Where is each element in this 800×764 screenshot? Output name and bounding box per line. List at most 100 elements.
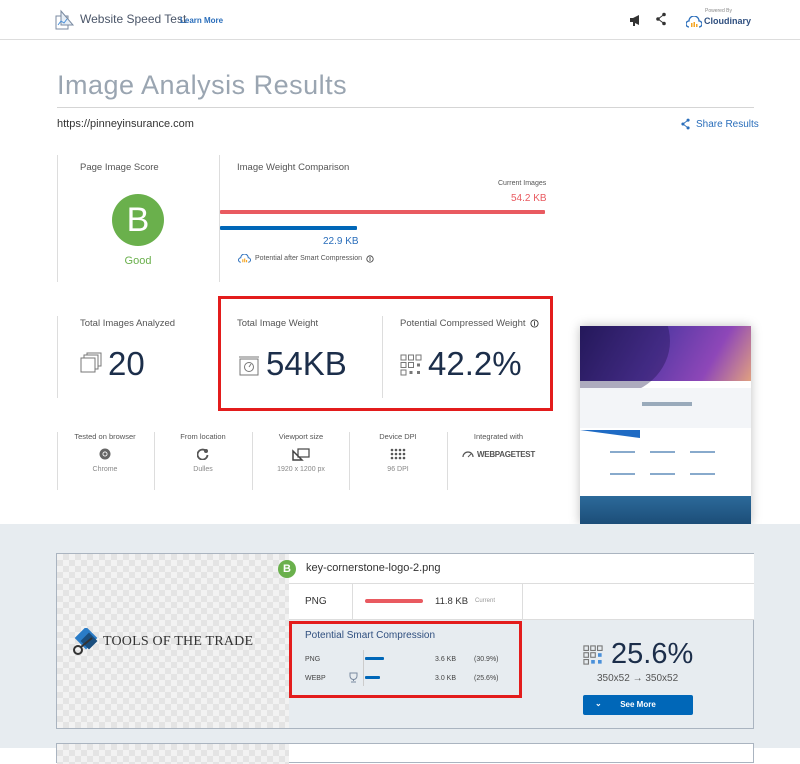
divider — [252, 432, 253, 490]
current-size-bar — [365, 599, 423, 603]
image-preview: TOOLS OF THE TRADE — [57, 554, 289, 728]
option-webp-percent: (25.6%) — [474, 675, 499, 682]
page-title: Image Analysis Results — [57, 70, 348, 100]
compressed-weight-value: 42.2% — [428, 345, 522, 382]
trophy-icon — [349, 672, 358, 683]
info-browser-value: Chrome — [92, 466, 118, 473]
divider — [349, 432, 350, 490]
images-stack-icon — [80, 352, 102, 373]
cloudinary-brand[interactable]: Cloudinary — [704, 16, 751, 26]
site-url: https://pinneyinsurance.com — [57, 118, 194, 130]
key-logo-icon — [73, 628, 98, 655]
title-divider — [57, 107, 754, 108]
total-images-value: 20 — [108, 345, 145, 382]
info-browser-title: Tested on browser — [74, 432, 136, 441]
info-location-value: Dulles — [193, 466, 213, 473]
image-dimensions: 350x52 → 350x52 — [597, 673, 679, 684]
info-dpi-title: Device DPI — [379, 432, 417, 441]
cloudinary-cloud-icon — [238, 254, 251, 263]
divider — [447, 432, 448, 490]
image-current-row — [289, 584, 754, 620]
info-integration: Integrated with WEBPAGETEST — [451, 432, 546, 461]
potential-compression-text: Potential after Smart Compression — [255, 255, 362, 262]
compressed-weight-label: Potential Compressed Weight — [400, 318, 526, 329]
divider — [57, 316, 58, 398]
gauge-icon — [462, 451, 474, 458]
info-integration-title: Integrated with — [473, 432, 524, 441]
screenshot-features — [610, 451, 720, 491]
info-viewport-title: Viewport size — [278, 432, 324, 441]
speed-test-logo-icon — [55, 9, 75, 30]
score-label: Page Image Score — [80, 162, 159, 173]
info-browser: Tested on browser Chrome — [60, 432, 150, 473]
webpagetest-logo[interactable]: WEBPAGETEST — [451, 447, 546, 461]
screenshot-section — [580, 388, 751, 428]
cloudinary-logo-icon — [686, 16, 702, 28]
score-grade-badge: B — [112, 194, 164, 246]
dpi-icon — [390, 448, 406, 460]
info-location: From location Dulles — [158, 432, 248, 473]
weight-comparison-label: Image Weight Comparison — [237, 162, 350, 173]
chrome-icon — [99, 448, 111, 460]
current-images-value: 54.2 KB — [511, 193, 547, 204]
info-dpi-value: 96 DPI — [387, 466, 409, 473]
current-size: 11.8 KB — [435, 596, 469, 607]
screenshot-stripe — [580, 430, 640, 438]
best-compression-percent: 25.6% — [611, 638, 694, 670]
option-png-format: PNG — [305, 656, 321, 663]
compressed-weight-bar — [220, 226, 357, 230]
info-viewport-value: 1920 x 1200 px — [277, 466, 325, 473]
info-viewport: Viewport size 1920 x 1200 px — [256, 432, 346, 473]
option-webp-size: 3.0 KB — [435, 675, 457, 682]
divider — [57, 432, 58, 490]
image-preview — [57, 744, 289, 764]
preview-logo-text: TOOLS OF THE TRADE — [103, 634, 254, 649]
divider — [382, 316, 383, 398]
webpagetest-text: WEBPAGETEST — [477, 449, 535, 459]
share-results-link[interactable]: Share Results — [680, 118, 759, 130]
share-icon[interactable] — [655, 12, 667, 26]
divider — [219, 155, 220, 282]
location-icon — [197, 448, 209, 460]
screenshot-footer — [580, 496, 751, 524]
option-png-bar — [365, 657, 384, 660]
divider — [154, 432, 155, 490]
divider — [57, 155, 58, 282]
compressed-weight-label-group: Potential Compressed Weight — [400, 318, 539, 329]
see-more-label: See More — [620, 700, 656, 709]
total-images-label: Total Images Analyzed — [80, 318, 176, 329]
viewport-icon — [292, 447, 310, 461]
compression-grid-icon — [583, 644, 603, 665]
scale-icon — [239, 356, 259, 376]
current-weight-bar — [220, 210, 545, 214]
share-results-label: Share Results — [696, 118, 759, 130]
top-bar: Website Speed Test Learn More Powered By… — [0, 0, 800, 40]
info-icon[interactable] — [366, 254, 374, 263]
image-grade-badge: B — [278, 560, 296, 578]
image-filename: key-cornerstone-logo-2.png — [306, 562, 441, 574]
powered-by-label: Powered By — [705, 8, 732, 14]
website-screenshot[interactable] — [580, 326, 751, 524]
divider — [352, 584, 353, 620]
screenshot-hero-shape — [580, 326, 670, 396]
total-weight-label: Total Image Weight — [237, 318, 319, 329]
potential-compression-label: Potential after Smart Compression — [238, 254, 374, 263]
option-png-percent: (30.9%) — [474, 656, 499, 663]
info-icon[interactable] — [529, 319, 539, 328]
app-title: Website Speed Test — [80, 12, 187, 26]
best-compression: 25.6% — [583, 638, 693, 671]
option-png-size: 3.6 KB — [435, 656, 457, 663]
option-webp-format: WEBP — [305, 675, 326, 682]
option-webp-bar — [365, 676, 380, 679]
learn-more-link[interactable]: Learn More — [180, 16, 223, 25]
share-icon — [681, 118, 690, 130]
screenshot-heading — [642, 402, 692, 406]
image-card-next — [56, 743, 754, 764]
megaphone-icon[interactable] — [629, 13, 643, 27]
see-more-button[interactable]: ⌄ See More — [583, 695, 693, 715]
divider — [522, 584, 523, 620]
current-images-label: Current Images — [498, 180, 547, 187]
current-format: PNG — [305, 596, 327, 607]
compression-grid-icon — [400, 354, 422, 376]
info-location-title: From location — [180, 432, 226, 441]
